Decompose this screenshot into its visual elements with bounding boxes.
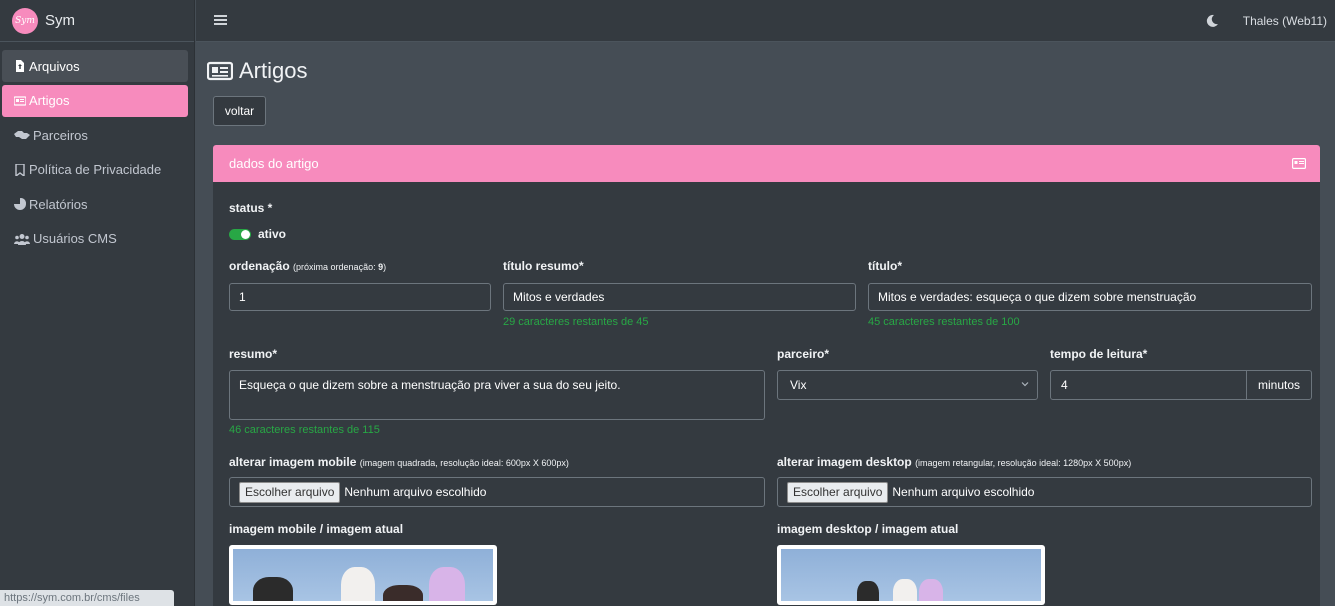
ordenacao-input[interactable]: 1 — [229, 283, 491, 311]
sidebar-item-label: Política de Privacidade — [29, 162, 162, 177]
file-upload-icon — [14, 60, 26, 72]
img-mobile-label-text: alterar imagem mobile — [229, 455, 357, 469]
sidebar-item-usuarios[interactable]: Usuários CMS — [2, 223, 188, 255]
img-desktop-label-text: alterar imagem desktop — [777, 455, 912, 469]
sidebar-item-label: Arquivos — [29, 58, 80, 74]
browser-status-url: https://sym.com.br/cms/files — [0, 590, 174, 606]
brand-name: Sym — [45, 12, 75, 29]
sidebar-item-politica[interactable]: Política de Privacidade — [2, 154, 188, 186]
sidebar: Sym Sym Arquivos Artigos Parceiros Polít… — [0, 0, 195, 606]
parceiro-select[interactable]: Vix — [777, 370, 1038, 400]
sidebar-nav: Arquivos Artigos Parceiros Política de P… — [0, 42, 194, 255]
users-icon — [14, 233, 30, 245]
brand[interactable]: Sym Sym — [0, 0, 194, 42]
titulo-resumo-input[interactable]: Mitos e verdades — [503, 283, 856, 311]
img-desktop-file-input[interactable]: Escolher arquivo Nenhum arquivo escolhid… — [777, 477, 1312, 507]
sidebar-item-label: Artigos — [29, 93, 70, 108]
titulo-resumo-label: título resumo* — [503, 259, 584, 273]
titulo-label: título* — [868, 259, 902, 273]
ordenacao-note: (próxima ordenação: 9) — [293, 262, 386, 272]
main-content: Artigos voltar dados do artigo status * … — [196, 42, 1335, 606]
article-form-card: dados do artigo status * ativo ordenação… — [213, 145, 1320, 606]
img-desktop-file-status: Nenhum arquivo escolhido — [892, 485, 1035, 499]
newspaper-icon — [1292, 158, 1306, 169]
tempo-label: tempo de leitura* — [1050, 347, 1148, 361]
mobile-photo — [233, 549, 493, 601]
tempo-unit: minutos — [1246, 370, 1312, 400]
hamburger-menu-icon[interactable] — [214, 14, 227, 27]
sidebar-item-relatorios[interactable]: Relatórios — [2, 188, 188, 220]
user-menu[interactable]: Thales (Web11) — [1243, 14, 1327, 28]
titulo-resumo-hint: 29 caracteres restantes de 45 — [503, 316, 649, 328]
img-desktop-label: alterar imagem desktop (imagem retangula… — [777, 455, 1131, 469]
moon-icon[interactable] — [1205, 14, 1219, 28]
chevron-down-icon — [1021, 382, 1029, 387]
resumo-hint: 46 caracteres restantes de 115 — [229, 424, 380, 436]
sidebar-item-parceiros[interactable]: Parceiros — [2, 119, 188, 151]
pie-chart-icon — [14, 198, 26, 210]
parceiro-selected: Vix — [790, 378, 807, 392]
desktop-photo — [781, 549, 1041, 601]
titulo-hint: 45 caracteres restantes de 100 — [868, 316, 1020, 328]
status-label: status * — [229, 201, 273, 215]
status-value: ativo — [258, 227, 287, 241]
resumo-label: resumo* — [229, 347, 278, 361]
newspaper-icon — [207, 61, 233, 81]
ordenacao-note-prefix: (próxima ordenação: — [293, 262, 379, 272]
page-title: Artigos — [207, 58, 307, 84]
status-toggle[interactable] — [229, 229, 251, 240]
brand-logo: Sym — [12, 7, 38, 34]
desktop-current-image — [777, 545, 1045, 605]
img-mobile-file-input[interactable]: Escolher arquivo Nenhum arquivo escolhid… — [229, 477, 765, 507]
topbar-right: Thales (Web11) — [1205, 14, 1327, 28]
sidebar-item-label: Usuários CMS — [33, 231, 117, 246]
resumo-textarea[interactable]: Esqueça o que dizem sobre a menstruação … — [229, 370, 765, 420]
img-mobile-label: alterar imagem mobile (imagem quadrada, … — [229, 455, 569, 469]
tempo-input[interactable]: 4 — [1050, 370, 1247, 400]
top-navbar: Thales (Web11) — [196, 0, 1335, 42]
img-desktop-note: (imagem retangular, resolução ideal: 128… — [915, 458, 1132, 468]
ordenacao-label-text: ordenação — [229, 259, 290, 273]
back-button[interactable]: voltar — [213, 96, 266, 126]
parceiro-label: parceiro* — [777, 347, 830, 361]
sidebar-item-label: Parceiros — [33, 127, 88, 143]
img-mobile-note: (imagem quadrada, resolução ideal: 600px… — [359, 458, 569, 468]
card-title: dados do artigo — [229, 156, 319, 171]
titulo-input[interactable]: Mitos e verdades: esqueça o que dizem so… — [868, 283, 1312, 311]
ordenacao-label: ordenação (próxima ordenação: 9) — [229, 259, 386, 273]
card-header: dados do artigo — [213, 145, 1320, 182]
newspaper-icon — [14, 95, 26, 107]
handshake-icon — [14, 129, 30, 141]
sidebar-item-label: Relatórios — [29, 196, 88, 212]
img-desktop-choose-button[interactable]: Escolher arquivo — [787, 481, 889, 503]
desktop-current-label: imagem desktop / imagem atual — [777, 522, 959, 536]
page-title-text: Artigos — [239, 58, 308, 83]
mobile-current-image — [229, 545, 497, 605]
img-mobile-choose-button[interactable]: Escolher arquivo — [239, 481, 341, 503]
sidebar-item-arquivos[interactable]: Arquivos — [2, 50, 188, 82]
mobile-current-label: imagem mobile / imagem atual — [229, 522, 404, 536]
img-mobile-file-status: Nenhum arquivo escolhido — [344, 485, 487, 499]
sidebar-item-artigos[interactable]: Artigos — [2, 84, 188, 117]
bookmark-icon — [14, 163, 26, 176]
ordenacao-note-suffix: ) — [383, 262, 387, 272]
